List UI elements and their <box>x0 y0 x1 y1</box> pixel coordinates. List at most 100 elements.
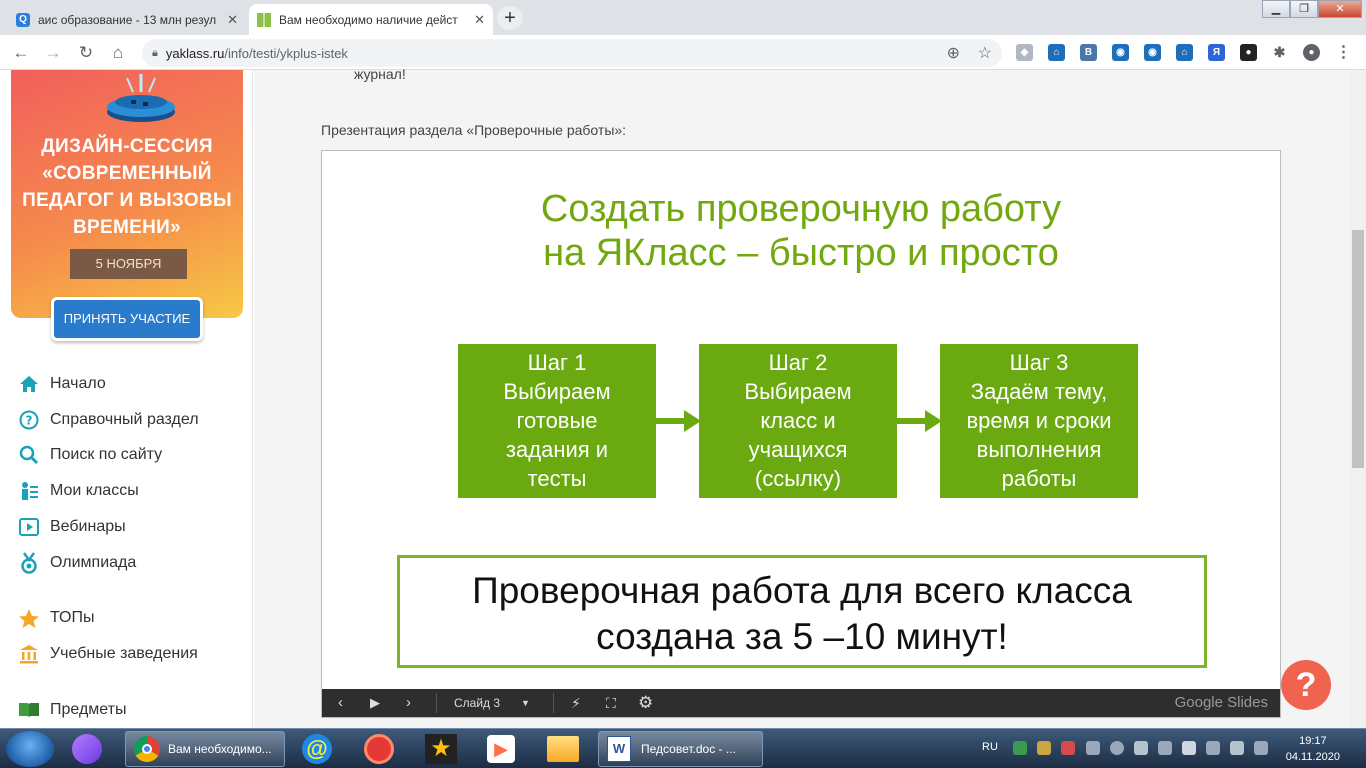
play-icon[interactable]: ▶ <box>370 689 380 717</box>
divider <box>553 693 554 713</box>
banner-date: 5 НОЯБРЯ <box>70 249 187 279</box>
new-tab-button[interactable]: + <box>497 6 523 30</box>
extension-home-2-icon[interactable]: ⌂ <box>1176 44 1193 61</box>
tray-disc-icon[interactable] <box>1110 741 1124 755</box>
extension-mask-icon[interactable]: ● <box>1240 44 1257 61</box>
question-icon: ? <box>18 409 40 431</box>
tray-network-icon[interactable] <box>1158 741 1172 755</box>
sidebar-item-label: Мои классы <box>50 482 139 499</box>
chevron-down-icon[interactable]: ▼ <box>521 689 530 717</box>
next-slide-icon[interactable]: › <box>406 689 411 717</box>
step-heading: Шаг 2 <box>768 350 828 375</box>
taskbar-chrome-window[interactable]: Вам необходимо... <box>125 731 285 767</box>
tray-usb-icon[interactable] <box>1086 741 1100 755</box>
sidebar-item-label: Начало <box>50 375 106 392</box>
extension-circle-2-icon[interactable]: ◉ <box>1144 44 1161 61</box>
sidebar-item-webinars[interactable]: Вебинары <box>18 514 126 540</box>
menu-kebab-icon[interactable]: ⋮ <box>1335 44 1352 61</box>
close-window-button[interactable]: ✕ <box>1318 0 1362 18</box>
google-slides-logo[interactable]: Google Slides <box>1175 689 1268 717</box>
start-button[interactable] <box>6 731 54 767</box>
forward-icon[interactable]: → <box>42 42 64 64</box>
settings-gear-icon[interactable]: ⚙ <box>638 689 653 717</box>
tray-lock-icon[interactable] <box>1061 741 1075 755</box>
sidebar-item-classes[interactable]: Мои классы <box>18 478 139 504</box>
add-icon[interactable]: ⊕ <box>947 43 960 63</box>
summary-box: Проверочная работа для всего класса созд… <box>397 555 1207 668</box>
step-text: Задаём тему, время и сроки выполнения ра… <box>966 379 1112 491</box>
arrow-right-icon <box>656 410 701 432</box>
step-text: Выбираем готовые задания и тесты <box>503 379 611 491</box>
reload-icon[interactable]: ↻ <box>75 42 97 64</box>
url-host: yaklass.ru <box>165 45 225 61</box>
back-icon[interactable]: ← <box>10 42 32 64</box>
embedded-slides[interactable]: Создать проверочную работу на ЯКласс – б… <box>321 150 1281 718</box>
extension-shield-icon[interactable]: ◈ <box>1016 44 1033 61</box>
clock-date: 04.11.2020 <box>1285 751 1340 763</box>
chrome-icon <box>134 736 160 762</box>
tab-title: Вам необходимо наличие дейст <box>279 12 458 27</box>
scrollbar-thumb[interactable] <box>1352 230 1364 468</box>
tab-title: аис образование - 13 млн резул <box>38 12 217 27</box>
tray-app-icon[interactable] <box>1037 741 1051 755</box>
sidebar-item-tops[interactable]: ТОПы <box>18 605 95 631</box>
address-bar[interactable]: 🔒︎ yaklass.ru/info/testi/ykplus-istek ⊕ … <box>142 39 1002 67</box>
file-explorer-icon[interactable] <box>536 732 590 766</box>
sidebar-item-label: Олимпиада <box>50 554 137 571</box>
help-button[interactable]: ? <box>1281 660 1331 710</box>
promo-banner[interactable]: ДИЗАЙН-СЕССИЯ «СОВРЕМЕННЫЙ ПЕДАГОГ И ВЫЗ… <box>11 70 243 318</box>
step-text: Выбираем класс и учащихся (ссылку) <box>744 379 852 491</box>
extension-ya-icon[interactable]: Я <box>1208 44 1225 61</box>
close-tab-icon[interactable]: ✕ <box>474 12 485 28</box>
previous-slide-icon[interactable]: ‹ <box>338 689 343 717</box>
home-icon[interactable]: ⌂ <box>107 42 129 64</box>
sidebar-item-search[interactable]: Поиск по сайту <box>18 442 162 468</box>
slides-control-bar: ‹ ▶ › Слайд 3 ▼ ⚡︎ ⛶ ⚙ Google Slides <box>322 689 1280 717</box>
sidebar-item-label: Справочный раздел <box>50 411 199 428</box>
sidebar-item-label: Поиск по сайту <box>50 446 163 463</box>
lightning-icon[interactable]: ⚡︎ <box>571 689 581 717</box>
tray-battery-icon[interactable] <box>1206 741 1220 755</box>
summary-line-2: создана за 5 –10 минут! <box>596 616 1008 657</box>
bookmark-star-icon[interactable]: ☆ <box>978 43 992 63</box>
join-button[interactable]: ПРИНЯТЬ УЧАСТИЕ <box>51 297 203 341</box>
minimize-button[interactable]: ▁ <box>1262 0 1290 18</box>
tray-flag-icon[interactable] <box>1182 741 1196 755</box>
sidebar-item-reference[interactable]: ? Справочный раздел <box>18 407 199 433</box>
tray-volume-icon[interactable] <box>1254 741 1268 755</box>
step-heading: Шаг 3 <box>1009 350 1069 375</box>
step-2-box: Шаг 2 Выбираем класс и учащихся (ссылку) <box>699 344 897 498</box>
yaklass-favicon-icon <box>257 12 271 27</box>
sidebar-item-olympiad[interactable]: Олимпиада <box>18 550 136 576</box>
extension-home-icon[interactable]: ⌂ <box>1048 44 1065 61</box>
arrow-right-icon <box>897 410 942 432</box>
movie-star-icon[interactable]: ★ <box>414 732 468 766</box>
sidebar-item-subjects[interactable]: Предметы <box>18 697 126 723</box>
mail-at-icon[interactable]: @ <box>290 732 344 766</box>
sidebar-item-home[interactable]: Начало <box>18 371 106 397</box>
media-reel-icon[interactable] <box>352 732 406 766</box>
journal-text: журнал! <box>354 66 406 82</box>
fullscreen-icon[interactable]: ⛶ <box>606 689 616 717</box>
extension-circle-icon[interactable]: ◉ <box>1112 44 1129 61</box>
tab-yaklass[interactable]: Вам необходимо наличие дейст ✕ <box>249 4 493 35</box>
tray-device-icon[interactable] <box>1134 741 1148 755</box>
yandex-search-icon: Q <box>16 12 30 27</box>
profile-avatar-icon[interactable]: ● <box>1303 44 1320 61</box>
slide-selector[interactable]: Слайд 3 <box>454 689 500 717</box>
sidebar-item-institutions[interactable]: Учебные заведения <box>18 641 198 667</box>
tray-monitor-icon[interactable] <box>1230 741 1244 755</box>
clock-time: 19:17 <box>1299 735 1327 747</box>
close-tab-icon[interactable]: ✕ <box>227 12 238 28</box>
tab-search[interactable]: Q аис образование - 13 млн резул ✕ <box>8 4 246 35</box>
defender-tray-icon[interactable] <box>1013 741 1027 755</box>
video-player-icon[interactable]: ▶ <box>474 732 528 766</box>
alice-icon[interactable] <box>60 732 114 766</box>
divider <box>436 693 437 713</box>
extensions-puzzle-icon[interactable]: ✱ <box>1271 44 1288 61</box>
system-clock[interactable]: 19:17 04.11.2020 <box>1286 733 1340 765</box>
language-indicator[interactable]: RU <box>982 741 998 753</box>
maximize-button[interactable]: ❐ <box>1290 0 1318 18</box>
taskbar-word-window[interactable]: W Педсовет.doc - ... <box>598 731 763 767</box>
extension-vk-icon[interactable]: В <box>1080 44 1097 61</box>
